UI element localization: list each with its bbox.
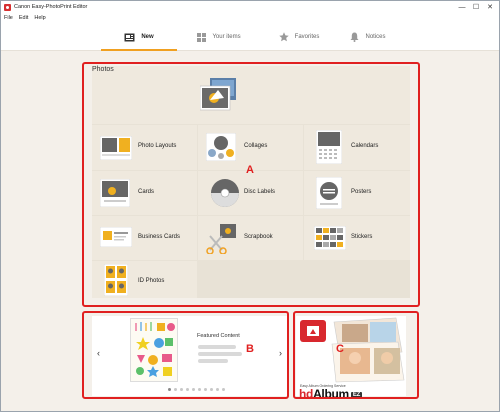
menu-help[interactable]: Help: [34, 15, 45, 21]
top-navigation: New Your items Favorites Notices: [1, 23, 499, 51]
marker-c: C: [336, 343, 344, 355]
title-bar: Canon Easy-PhotoPrint Editor — ☐ ✕: [1, 1, 499, 13]
close-button[interactable]: ✕: [483, 1, 497, 13]
new-icon: [124, 33, 135, 42]
menu-edit[interactable]: Edit: [19, 15, 28, 21]
marker-a: A: [246, 164, 254, 176]
tab-notices-label: Notices: [365, 34, 386, 40]
window-title: Canon Easy-PhotoPrint Editor: [14, 4, 88, 10]
menu-bar: File Edit Help: [1, 13, 499, 23]
tab-notices[interactable]: Notices: [335, 23, 401, 51]
window-controls: — ☐ ✕: [455, 1, 497, 13]
tab-your-items[interactable]: Your items: [181, 23, 257, 51]
tab-favorites[interactable]: Favorites: [261, 23, 337, 51]
tab-new-label: New: [141, 34, 154, 40]
highlight-area-b: [82, 311, 289, 399]
menu-file[interactable]: File: [4, 15, 13, 21]
tab-your-items-label: Your items: [212, 34, 241, 40]
highlight-area-c: [293, 311, 419, 399]
maximize-button[interactable]: ☐: [469, 1, 483, 13]
tab-favorites-label: Favorites: [294, 34, 320, 40]
bell-icon: [350, 32, 359, 42]
grid-icon: [197, 32, 207, 42]
app-logo-icon: [4, 3, 11, 11]
marker-b: B: [246, 343, 254, 355]
highlight-area-a: [82, 62, 420, 307]
star-icon: [278, 32, 289, 42]
minimize-button[interactable]: —: [455, 1, 469, 13]
tab-new[interactable]: New: [101, 23, 177, 51]
